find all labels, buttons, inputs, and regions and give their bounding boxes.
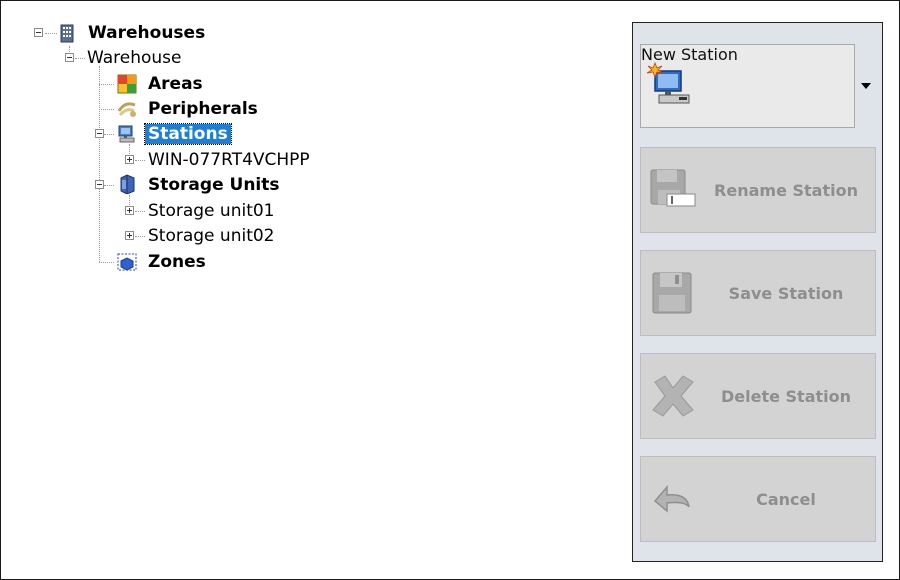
cancel-label: Cancel [756, 489, 816, 509]
tree-connector [75, 58, 85, 59]
collapse-toggle[interactable] [95, 180, 104, 189]
tree-connector [135, 211, 145, 212]
building-icon [60, 24, 74, 43]
save-station-button[interactable]: Save Station [640, 250, 876, 336]
expand-toggle[interactable] [125, 231, 134, 240]
zones-icon [117, 253, 137, 271]
rename-station-label: Rename Station [714, 180, 858, 200]
collapse-toggle[interactable] [34, 28, 43, 37]
tree-node-label: Storage unit01 [148, 201, 275, 221]
tree-node-storage-unit-2[interactable]: Storage unit02 [148, 225, 275, 247]
tree-node-stations[interactable]: Stations [144, 123, 232, 145]
tree-node-peripherals[interactable]: Peripherals [148, 98, 258, 120]
tree-node-zones[interactable]: Zones [148, 251, 206, 273]
warehouse-tree[interactable]: Warehouses Warehouse Areas Peripherals S… [0, 0, 620, 560]
new-station-button[interactable]: New Station [640, 44, 855, 128]
expand-toggle[interactable] [125, 206, 134, 215]
tree-node-label: WIN-077RT4VCHPP [148, 150, 310, 170]
undo-arrow-icon [653, 484, 690, 513]
delete-x-icon [652, 375, 694, 417]
tree-connector [99, 66, 100, 262]
tree-node-label: Areas [148, 74, 203, 94]
tree-connector [99, 109, 114, 110]
tree-node-label: Warehouse [87, 48, 182, 68]
storage-icon [120, 174, 135, 194]
tree-connector [135, 160, 145, 161]
tree-connector [129, 195, 130, 205]
tree-connector [99, 262, 114, 263]
save-station-label: Save Station [728, 283, 844, 303]
tree-node-warehouse[interactable]: Warehouse [87, 47, 181, 69]
tree-connector [104, 185, 114, 186]
tree-connector [99, 84, 114, 85]
tree-connector [104, 134, 114, 135]
tree-connector [45, 33, 57, 34]
tree-node-label: Stations [144, 123, 232, 145]
new-station-dropdown-arrow[interactable] [856, 44, 876, 128]
peripherals-icon [117, 102, 136, 117]
delete-station-label: Delete Station [720, 386, 852, 406]
tree-node-warehouses[interactable]: Warehouses [88, 22, 205, 44]
tree-node-label: Storage unit02 [148, 226, 275, 246]
areas-icon [117, 74, 137, 94]
tree-node-storage-unit-1[interactable]: Storage unit01 [148, 200, 275, 222]
tree-node-storage-units[interactable]: Storage Units [148, 174, 280, 196]
tree-node-areas[interactable]: Areas [148, 73, 203, 95]
collapse-toggle[interactable] [65, 53, 74, 62]
delete-station-button[interactable]: Delete Station [640, 353, 876, 439]
floppy-icon [652, 272, 692, 314]
new-station-icon [646, 61, 690, 104]
tree-node-label: Zones [148, 252, 206, 272]
rename-icon [650, 169, 696, 207]
cancel-button[interactable]: Cancel [640, 456, 876, 542]
computer-icon [118, 125, 135, 143]
station-actions-panel: New Station Rename Station Save Station … [632, 22, 883, 562]
tree-node-station-item[interactable]: WIN-077RT4VCHPP [148, 149, 310, 171]
tree-node-label: Warehouses [88, 23, 206, 43]
rename-station-button[interactable]: Rename Station [640, 147, 876, 233]
tree-node-label: Storage Units [148, 175, 280, 195]
expand-toggle[interactable] [125, 155, 134, 164]
tree-connector [129, 144, 130, 154]
collapse-toggle[interactable] [95, 129, 104, 138]
tree-connector [135, 236, 145, 237]
tree-node-label: Peripherals [148, 99, 258, 119]
